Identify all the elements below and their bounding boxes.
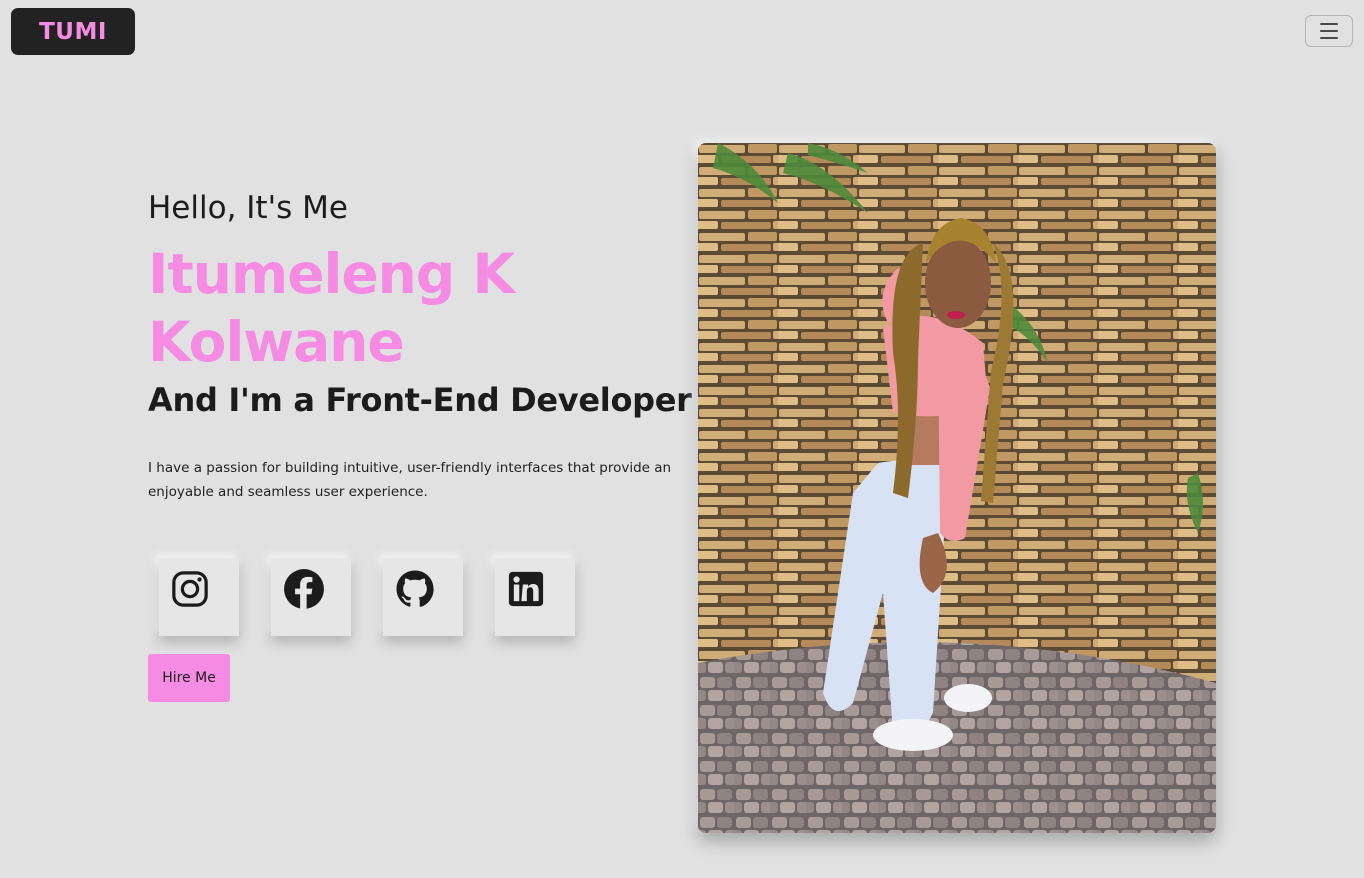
facebook-link[interactable] — [271, 558, 351, 636]
hamburger-menu-icon[interactable] — [1305, 15, 1353, 47]
hero-description: I have a passion for building intuitive,… — [148, 460, 672, 500]
facebook-icon — [284, 569, 324, 609]
brand-logo[interactable]: TUMI — [11, 8, 135, 55]
profile-photo — [698, 143, 1216, 833]
instagram-icon — [172, 571, 208, 607]
menu-bar — [1320, 37, 1338, 39]
github-link[interactable] — [383, 558, 463, 636]
github-icon — [396, 570, 434, 607]
page: TUMI Hello, It's Me Itumeleng K Kolwane … — [0, 0, 1364, 878]
profile-photo-illustration — [698, 143, 1216, 833]
hero-name: Itumeleng K Kolwane — [148, 242, 515, 374]
linkedin-link[interactable] — [495, 558, 575, 636]
linkedin-icon — [508, 571, 544, 607]
menu-bar — [1320, 23, 1338, 25]
greeting: Hello, It's Me — [148, 190, 348, 226]
instagram-link[interactable] — [159, 558, 239, 636]
hire-me-button[interactable]: Hire Me — [148, 654, 230, 702]
hero-role: And I'm a Front-End Developer — [148, 381, 692, 419]
menu-bar — [1320, 30, 1338, 32]
